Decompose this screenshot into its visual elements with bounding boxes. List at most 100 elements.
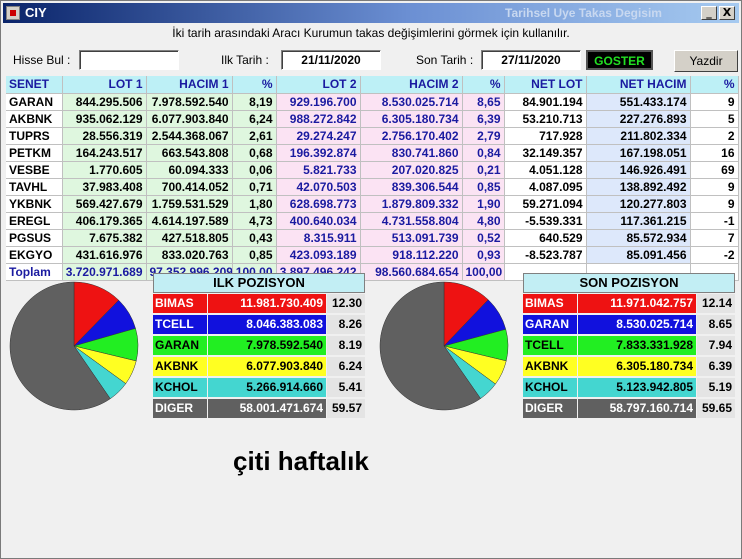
minimize-button[interactable]: _: [701, 6, 717, 20]
ilk-tarih-label: Ilk Tarih :: [221, 53, 269, 67]
table-row[interactable]: YKBNK 569.427.679 1.759.531.529 1,80 628.698…: [6, 195, 739, 213]
position-name: GARAN: [153, 336, 207, 355]
cell-hacim2: 8.530.025.714: [360, 93, 463, 111]
table-row[interactable]: EKGYO 431.616.976 833.020.763 0,85 423.093.1…: [6, 246, 739, 264]
ilk-tarih-input[interactable]: 21/11/2020: [281, 50, 381, 70]
cell-hacim2: 207.020.825: [360, 161, 463, 179]
cell-lot2: 628.698.773: [276, 195, 361, 213]
cell-hacim2: 830.741.860: [360, 144, 463, 162]
cell-pct3: 69: [690, 161, 739, 179]
cell-lot2: 929.196.700: [276, 93, 361, 111]
title-bar[interactable]: CIY Tarihsel Uye Takas Degisim _ X: [3, 3, 739, 23]
position-pct: 12.30: [327, 294, 365, 313]
cell-net-lot: 4.087.095: [504, 178, 587, 196]
position-pct: 5.41: [327, 378, 365, 397]
cell-pct2: 4,80: [462, 212, 505, 230]
table-row[interactable]: VESBE 1.770.605 60.094.333 0,06 5.821.733 207…: [6, 161, 739, 179]
cell-pct2: 6,39: [462, 110, 505, 128]
app-icon[interactable]: [6, 6, 20, 20]
table-row[interactable]: EREGL 406.179.365 4.614.197.589 4,73 400.640…: [6, 212, 739, 230]
table-row[interactable]: AKBNK 935.062.129 6.077.903.840 6,24 988.272…: [6, 110, 739, 128]
position-row: BIMAS 11.981.730.409 12.30: [153, 294, 365, 314]
header-net-hacim[interactable]: NET HACIM: [586, 76, 691, 94]
cell-net-lot: 717.928: [504, 127, 587, 145]
position-row: TCELL 7.833.331.928 7.94: [523, 336, 735, 356]
cell-pct1: 0,71: [232, 178, 277, 196]
cell-pct3: 9: [690, 178, 739, 196]
hisse-search-input[interactable]: [79, 50, 179, 70]
position-name: GARAN: [523, 315, 577, 334]
cell-hacim2: 918.112.220: [360, 246, 463, 264]
cell-net-lot: 640.529: [504, 229, 587, 247]
cell-pct1: 0,43: [232, 229, 277, 247]
position-pct: 8.26: [327, 315, 365, 334]
position-row: GARAN 7.978.592.540 8.19: [153, 336, 365, 356]
yazdir-button[interactable]: Yazdir: [674, 50, 738, 72]
header-pct2[interactable]: %: [462, 76, 505, 94]
position-name: BIMAS: [523, 294, 577, 313]
cell-net-hacim: 167.198.051: [586, 144, 691, 162]
position-row: TCELL 8.046.383.083 8.26: [153, 315, 365, 335]
table-row[interactable]: GARAN 844.295.506 7.978.592.540 8,19 929.196…: [6, 93, 739, 111]
cell-pct3: 16: [690, 144, 739, 162]
table-row[interactable]: TAVHL 37.983.408 700.414.052 0,71 42.070.503…: [6, 178, 739, 196]
table-row[interactable]: PGSUS 7.675.382 427.518.805 0,43 8.315.911 51…: [6, 229, 739, 247]
info-text: İki tarih arasındaki Aracı Kurumun takas…: [172, 26, 570, 40]
cell-pct1: 2,61: [232, 127, 277, 145]
position-value: 11.971.042.757: [578, 294, 696, 313]
cell-lot1: 431.616.976: [62, 246, 147, 264]
position-pct: 8.65: [697, 315, 735, 334]
header-pct3[interactable]: %: [690, 76, 739, 94]
cell-hacim2: 513.091.739: [360, 229, 463, 247]
header-lot2[interactable]: LOT 2: [276, 76, 361, 94]
son-tarih-input[interactable]: 27/11/2020: [481, 50, 581, 70]
header-pct1[interactable]: %: [232, 76, 277, 94]
cell-net-hacim: 85.091.456: [586, 246, 691, 264]
cell-net-lot: 32.149.357: [504, 144, 587, 162]
header-hacim1[interactable]: HACIM 1: [146, 76, 233, 94]
position-name: AKBNK: [523, 357, 577, 376]
cell-net-hacim: 85.572.934: [586, 229, 691, 247]
cell-pct2: 0,21: [462, 161, 505, 179]
header-senet[interactable]: SENET: [6, 76, 63, 94]
cell-net-hacim: 551.433.174: [586, 93, 691, 111]
header-hacim2[interactable]: HACIM 2: [360, 76, 463, 94]
table-row[interactable]: TUPRS 28.556.319 2.544.368.067 2,61 29.274.2…: [6, 127, 739, 145]
cell-net-hacim: 146.926.491: [586, 161, 691, 179]
cell-net-lot: 53.210.713: [504, 110, 587, 128]
cell-lot2: 29.274.247: [276, 127, 361, 145]
position-pct: 59.57: [327, 399, 365, 418]
cell-hacim2: 2.756.170.402: [360, 127, 463, 145]
header-net-lot[interactable]: NET LOT: [504, 76, 587, 94]
close-button[interactable]: X: [719, 6, 735, 20]
position-value: 11.981.730.409: [208, 294, 326, 313]
cell-senet: EKGYO: [6, 246, 63, 264]
cell-lot2: 42.070.503: [276, 178, 361, 196]
cell-hacim1: 2.544.368.067: [146, 127, 233, 145]
cell-hacim2: 1.879.809.332: [360, 195, 463, 213]
son-pozisyon-panel: SON POZISYON BIMAS 11.971.042.757 12.14 GAR…: [523, 273, 735, 419]
cell-pct2: 0,85: [462, 178, 505, 196]
goster-button[interactable]: GOSTER: [586, 50, 653, 70]
position-pct: 8.19: [327, 336, 365, 355]
total-pct2: 100,00: [462, 263, 505, 281]
cell-net-lot: -5.539.331: [504, 212, 587, 230]
cell-net-hacim: 117.361.215: [586, 212, 691, 230]
cell-net-hacim: 138.892.492: [586, 178, 691, 196]
cell-hacim1: 60.094.333: [146, 161, 233, 179]
position-name: DIGER: [153, 399, 207, 418]
ilk-pozisyon-pie-chart: [9, 281, 139, 411]
position-pct: 7.94: [697, 336, 735, 355]
cell-senet: VESBE: [6, 161, 63, 179]
ilk-pozisyon-panel: ILK POZISYON BIMAS 11.981.730.409 12.30 TCE…: [153, 273, 365, 419]
position-value: 6.305.180.734: [578, 357, 696, 376]
cell-lot1: 28.556.319: [62, 127, 147, 145]
cell-lot1: 406.179.365: [62, 212, 147, 230]
cell-pct1: 4,73: [232, 212, 277, 230]
total-senet: Toplam: [6, 263, 63, 281]
takas-table: SENET LOT 1 HACIM 1% LOT 2 HACIM 2% NET LOT NE…: [6, 76, 739, 281]
table-row[interactable]: PETKM 164.243.517 663.543.808 0,68 196.392.8…: [6, 144, 739, 162]
header-lot1[interactable]: LOT 1: [62, 76, 147, 94]
hisse-label: Hisse Bul :: [13, 53, 71, 67]
son-pozisyon-title: SON POZISYON: [523, 273, 735, 293]
